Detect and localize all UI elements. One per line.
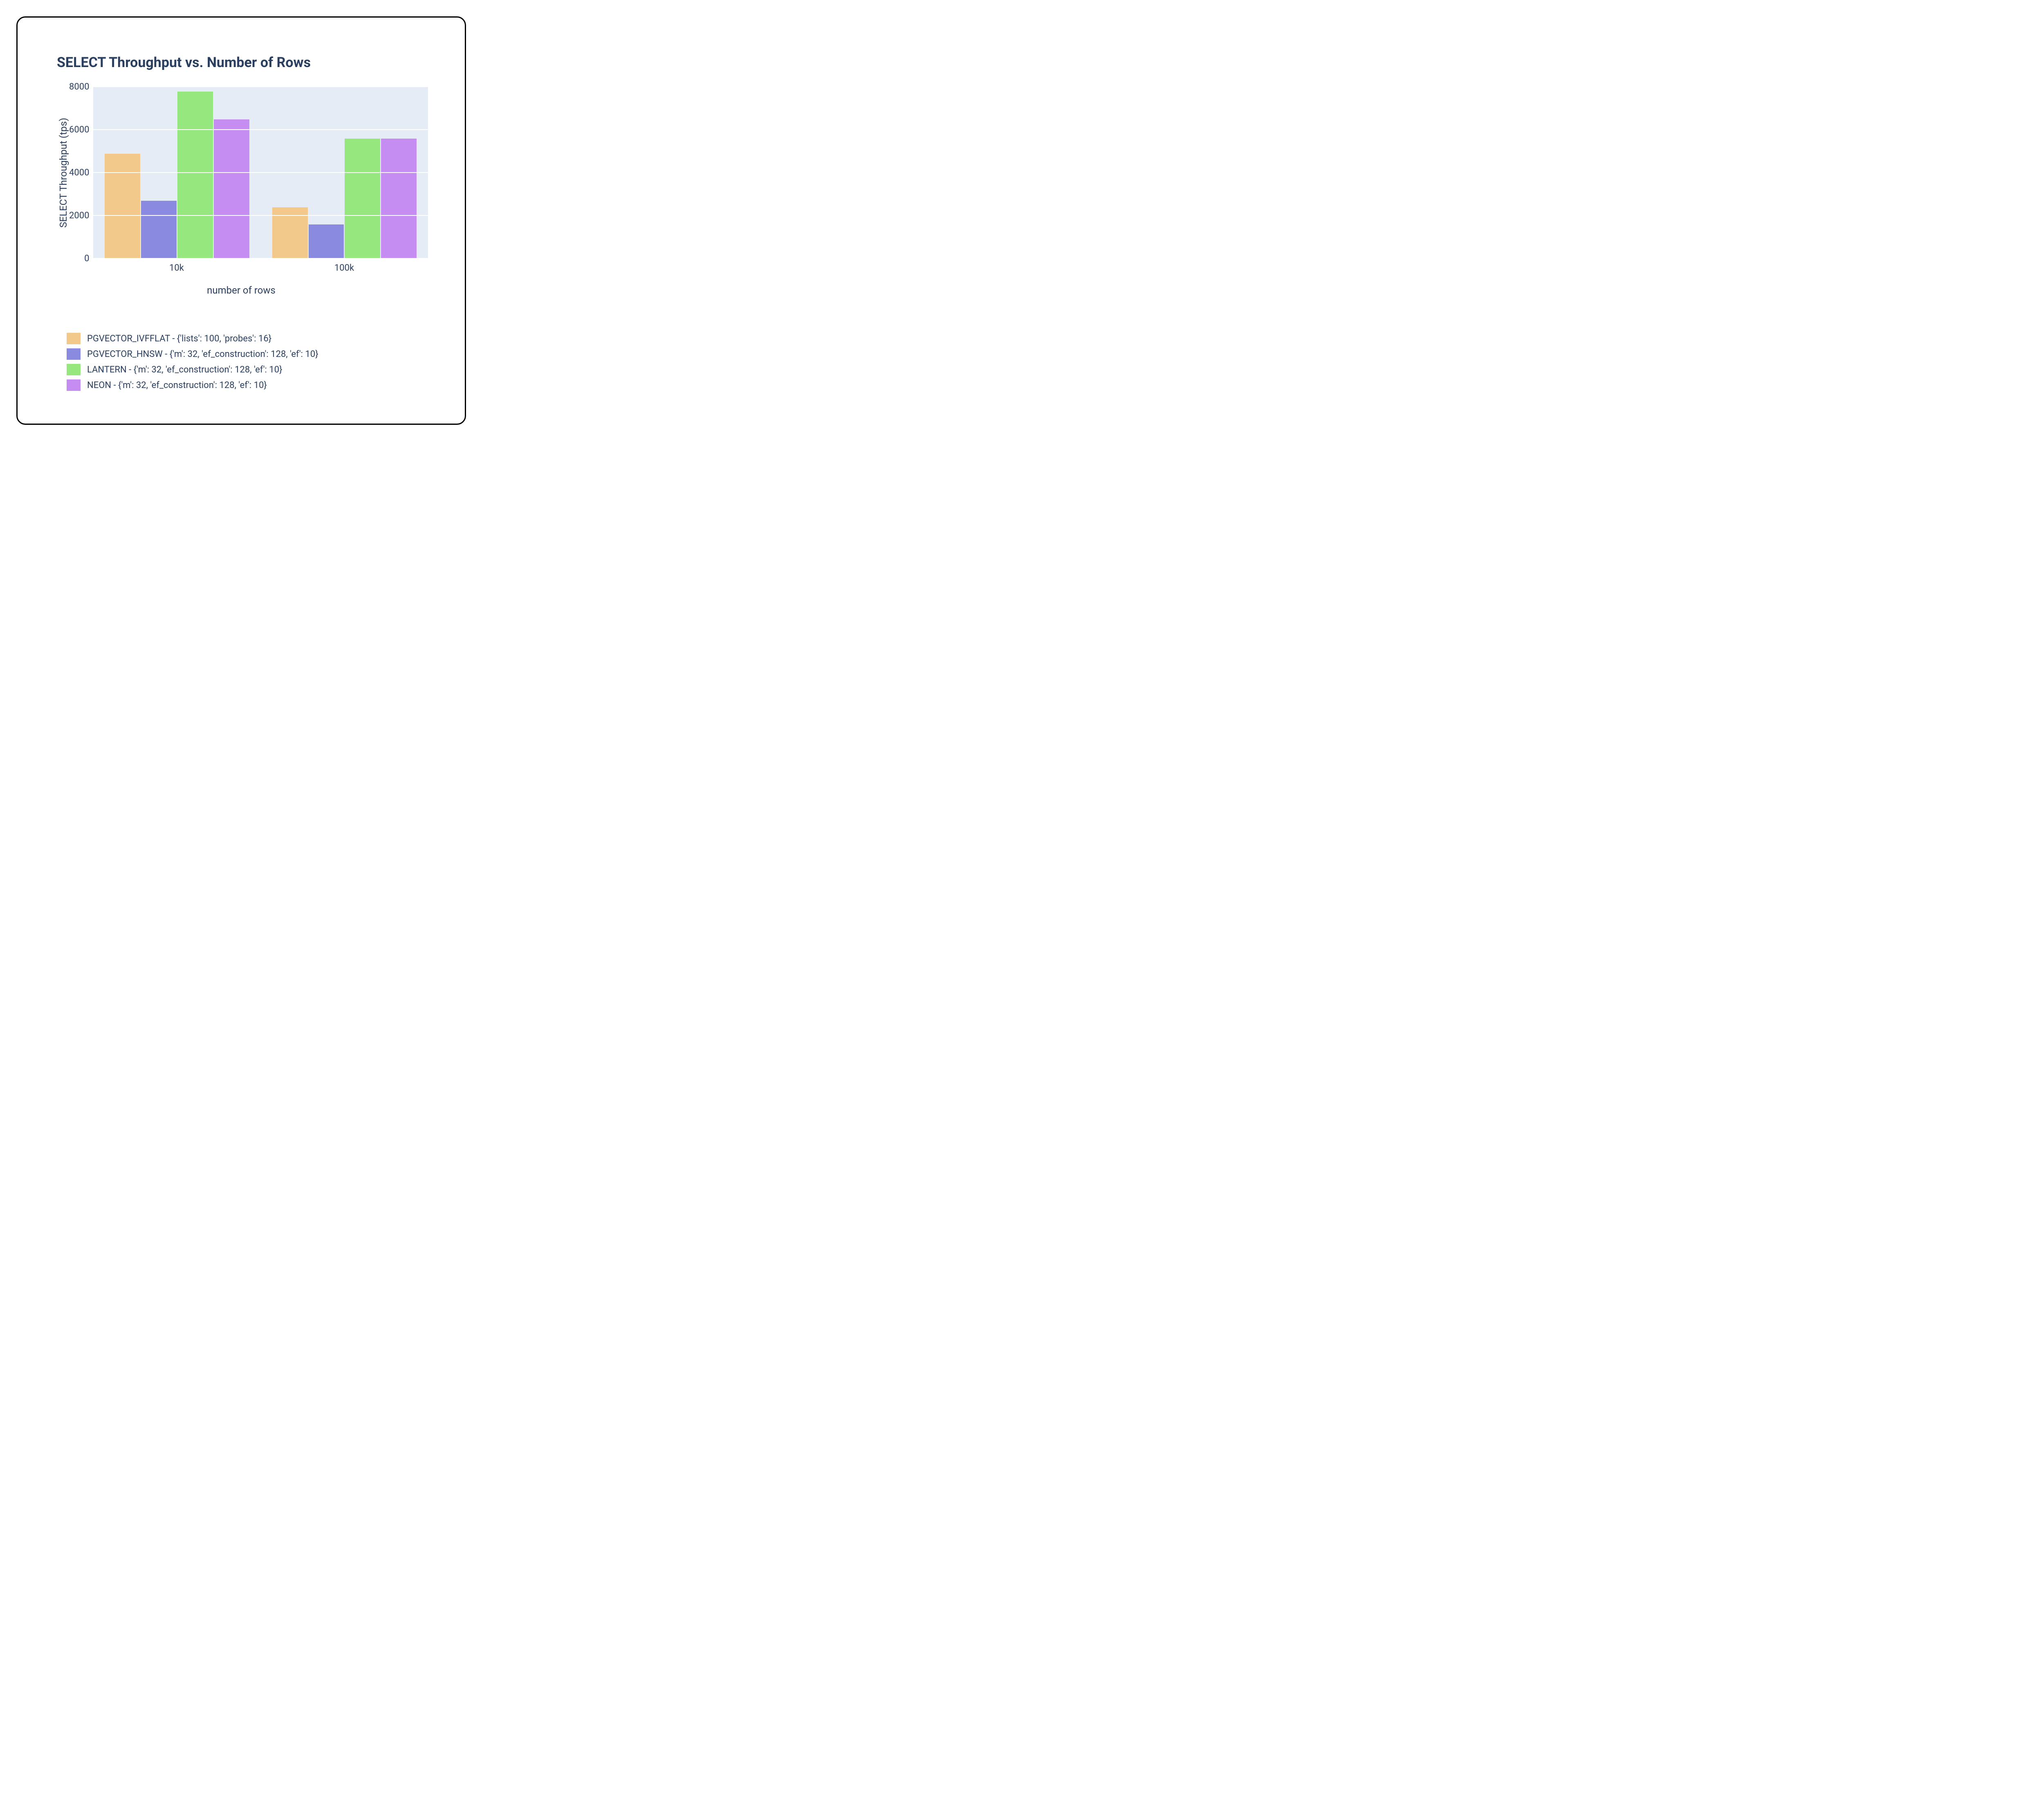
bar (141, 201, 177, 259)
legend-label: LANTERN - {'m': 32, 'ef_construction': 1… (87, 365, 282, 375)
bar (381, 139, 417, 259)
legend-label: PGVECTOR_HNSW - {'m': 32, 'ef_constructi… (87, 349, 318, 359)
bar (214, 119, 249, 259)
chart-card: SELECT Throughput vs. Number of Rows SEL… (16, 16, 466, 425)
legend-swatch (67, 379, 81, 391)
chart-title: SELECT Throughput vs. Number of Rows (57, 54, 428, 71)
legend-swatch (67, 364, 81, 375)
legend-item: PGVECTOR_IVFFLAT - {'lists': 100, 'probe… (67, 333, 428, 344)
legend-item: NEON - {'m': 32, 'ef_construction': 128,… (67, 379, 428, 391)
legend-label: PGVECTOR_IVFFLAT - {'lists': 100, 'probe… (87, 334, 271, 344)
gridline (93, 258, 428, 259)
legend-swatch (67, 348, 81, 360)
gridline (93, 86, 428, 87)
x-axis-label: number of rows (54, 285, 428, 296)
x-tick: 100k (260, 259, 428, 273)
x-tick: 10k (93, 259, 260, 273)
bar-group (261, 87, 428, 259)
bar (105, 154, 140, 259)
bar (345, 139, 380, 259)
legend-item: LANTERN - {'m': 32, 'ef_construction': 1… (67, 364, 428, 375)
plot-area (93, 87, 428, 259)
x-axis-ticks: 10k100k (93, 259, 428, 273)
bar (309, 224, 344, 259)
x-axis: 10k100k (54, 259, 428, 273)
gridline (93, 129, 428, 130)
legend: PGVECTOR_IVFFLAT - {'lists': 100, 'probe… (67, 333, 428, 391)
gridline (93, 215, 428, 216)
legend-swatch (67, 333, 81, 344)
chart-area: SELECT Throughput (tps) 8000600040002000… (54, 87, 428, 259)
y-axis-ticks: 80006000400020000 (69, 87, 93, 259)
bar (177, 92, 213, 259)
legend-label: NEON - {'m': 32, 'ef_construction': 128,… (87, 380, 267, 390)
legend-item: PGVECTOR_HNSW - {'m': 32, 'ef_constructi… (67, 348, 428, 360)
y-axis-label: SELECT Throughput (tps) (54, 87, 69, 259)
bar-group (93, 87, 260, 259)
bars-container (93, 87, 428, 259)
gridline (93, 172, 428, 173)
